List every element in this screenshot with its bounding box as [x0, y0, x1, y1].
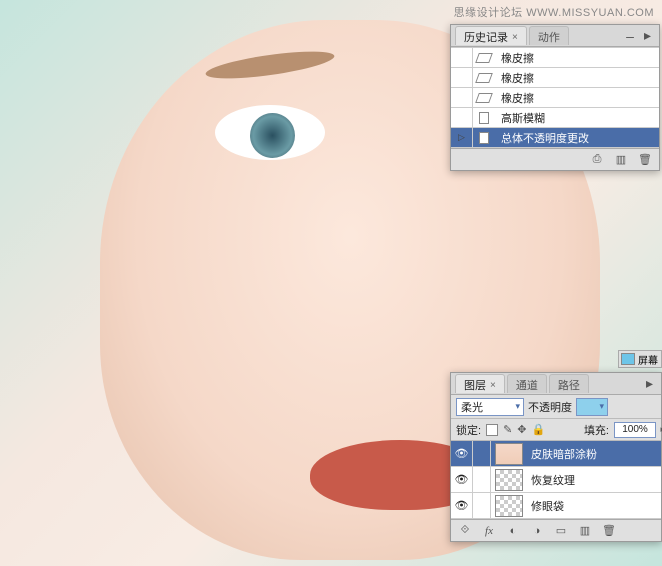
- tab-history[interactable]: 历史记录 ×: [455, 26, 527, 45]
- link-cell[interactable]: [473, 467, 491, 492]
- watermark-text: 思缘设计论坛 WWW.MISSYUAN.COM: [454, 4, 654, 20]
- eraser-icon: [475, 73, 493, 83]
- history-item[interactable]: 高斯模糊: [451, 108, 659, 128]
- history-item-label: 橡皮擦: [495, 50, 659, 66]
- tab-layers[interactable]: 图层 ×: [455, 374, 505, 393]
- group-icon[interactable]: ▭: [553, 523, 569, 539]
- history-list: 橡皮擦 橡皮擦 橡皮擦 高斯模糊 ▷ 总体不透明度更改: [451, 47, 659, 148]
- caret-icon: ▷: [458, 132, 465, 143]
- fill-label: 填充:: [584, 422, 609, 438]
- link-cell[interactable]: [473, 493, 491, 518]
- layer-thumbnail[interactable]: [495, 495, 523, 517]
- full-lock-icon[interactable]: 🔒: [532, 423, 546, 436]
- tab-paths[interactable]: 路径: [549, 374, 589, 393]
- fill-input[interactable]: 100%: [614, 422, 656, 438]
- visibility-toggle[interactable]: 👁: [451, 467, 473, 492]
- link-cell[interactable]: [473, 441, 491, 466]
- tab-label: 动作: [538, 29, 560, 45]
- history-item-label: 橡皮擦: [495, 70, 659, 86]
- lock-label: 锁定:: [456, 422, 481, 438]
- move-lock-icon[interactable]: ✥: [517, 423, 526, 436]
- new-layer-icon[interactable]: ▥: [577, 523, 593, 539]
- history-tabs: 历史记录 × 动作 – ▸: [451, 25, 659, 47]
- minimize-icon[interactable]: –: [622, 28, 638, 44]
- layers-footer: ⟐ fx ◐ ◑ ▭ ▥ 🗑: [451, 519, 661, 541]
- brush-lock-icon[interactable]: ✎: [503, 423, 512, 436]
- delete-icon[interactable]: 🗑: [637, 152, 653, 168]
- mask-icon[interactable]: ◐: [505, 523, 521, 539]
- new-state-icon[interactable]: ▥: [613, 152, 629, 168]
- tab-label: 图层: [464, 377, 486, 393]
- close-icon[interactable]: ×: [490, 380, 496, 391]
- layer-name: 修眼袋: [527, 498, 564, 514]
- visibility-toggle[interactable]: 👁: [451, 441, 473, 466]
- history-item[interactable]: 橡皮擦: [451, 88, 659, 108]
- layers-tabs: 图层 × 通道 路径 ▸: [451, 373, 661, 395]
- close-icon[interactable]: ×: [512, 32, 518, 43]
- history-item-label: 总体不透明度更改: [495, 130, 659, 146]
- tab-label: 路径: [558, 377, 580, 393]
- layer-row[interactable]: 👁 皮肤暗部涂粉: [451, 441, 661, 467]
- history-panel: 历史记录 × 动作 – ▸ 橡皮擦 橡皮擦 橡皮擦 高斯模糊: [450, 24, 660, 171]
- tab-channels[interactable]: 通道: [507, 374, 547, 393]
- swatch-icon: [621, 353, 635, 365]
- layer-name: 皮肤暗部涂粉: [527, 446, 597, 462]
- blend-mode-select[interactable]: 柔光: [456, 398, 524, 416]
- color-swatch-tag[interactable]: 屏幕: [618, 350, 662, 368]
- fx-icon[interactable]: fx: [481, 523, 497, 539]
- history-item[interactable]: 橡皮擦: [451, 48, 659, 68]
- layer-thumbnail[interactable]: [495, 469, 523, 491]
- opacity-select[interactable]: [576, 398, 608, 416]
- layers-toolbar: 柔光 不透明度: [451, 395, 661, 419]
- opacity-label: 不透明度: [528, 399, 572, 415]
- layers-panel: 图层 × 通道 路径 ▸ 柔光 不透明度 锁定: ✎ ✥ 🔒 填充: 100% …: [450, 372, 662, 542]
- document-icon: [479, 132, 489, 144]
- panel-menu-icon[interactable]: ▸: [642, 375, 657, 392]
- history-item[interactable]: 橡皮擦: [451, 68, 659, 88]
- layer-row[interactable]: 👁 修眼袋: [451, 493, 661, 519]
- lock-row: 锁定: ✎ ✥ 🔒 填充: 100%: [451, 419, 661, 441]
- panel-menu-icon[interactable]: ▸: [640, 27, 655, 44]
- layer-thumbnail[interactable]: [495, 443, 523, 465]
- layer-name: 恢复纹理: [527, 472, 575, 488]
- layers-list: 👁 皮肤暗部涂粉 👁 恢复纹理 👁 修眼袋: [451, 441, 661, 519]
- blend-mode-value: 柔光: [461, 399, 483, 415]
- eraser-icon: [475, 93, 493, 103]
- eyebrow: [204, 46, 336, 84]
- layer-row[interactable]: 👁 恢复纹理: [451, 467, 661, 493]
- tab-label: 历史记录: [464, 29, 508, 45]
- tab-label: 通道: [516, 377, 538, 393]
- eye-icon: 👁: [455, 473, 469, 486]
- history-item-label: 橡皮擦: [495, 90, 659, 106]
- swatch-label: 屏幕: [638, 352, 658, 367]
- history-item-label: 高斯模糊: [495, 110, 659, 126]
- lock-transparency-icon[interactable]: [486, 424, 498, 436]
- history-item[interactable]: ▷ 总体不透明度更改: [451, 128, 659, 148]
- visibility-toggle[interactable]: 👁: [451, 493, 473, 518]
- adjustment-icon[interactable]: ◑: [529, 523, 545, 539]
- eye-icon: 👁: [455, 447, 469, 460]
- history-footer: ⎙ ▥ 🗑: [451, 148, 659, 170]
- eye-icon: 👁: [455, 499, 469, 512]
- delete-layer-icon[interactable]: 🗑: [601, 523, 617, 539]
- fill-value: 100%: [622, 424, 648, 435]
- tab-actions[interactable]: 动作: [529, 26, 569, 45]
- snapshot-icon[interactable]: ⎙: [589, 152, 605, 168]
- link-layers-icon[interactable]: ⟐: [457, 523, 473, 539]
- document-icon: [479, 112, 489, 124]
- eraser-icon: [475, 53, 493, 63]
- eye-left: [215, 105, 325, 160]
